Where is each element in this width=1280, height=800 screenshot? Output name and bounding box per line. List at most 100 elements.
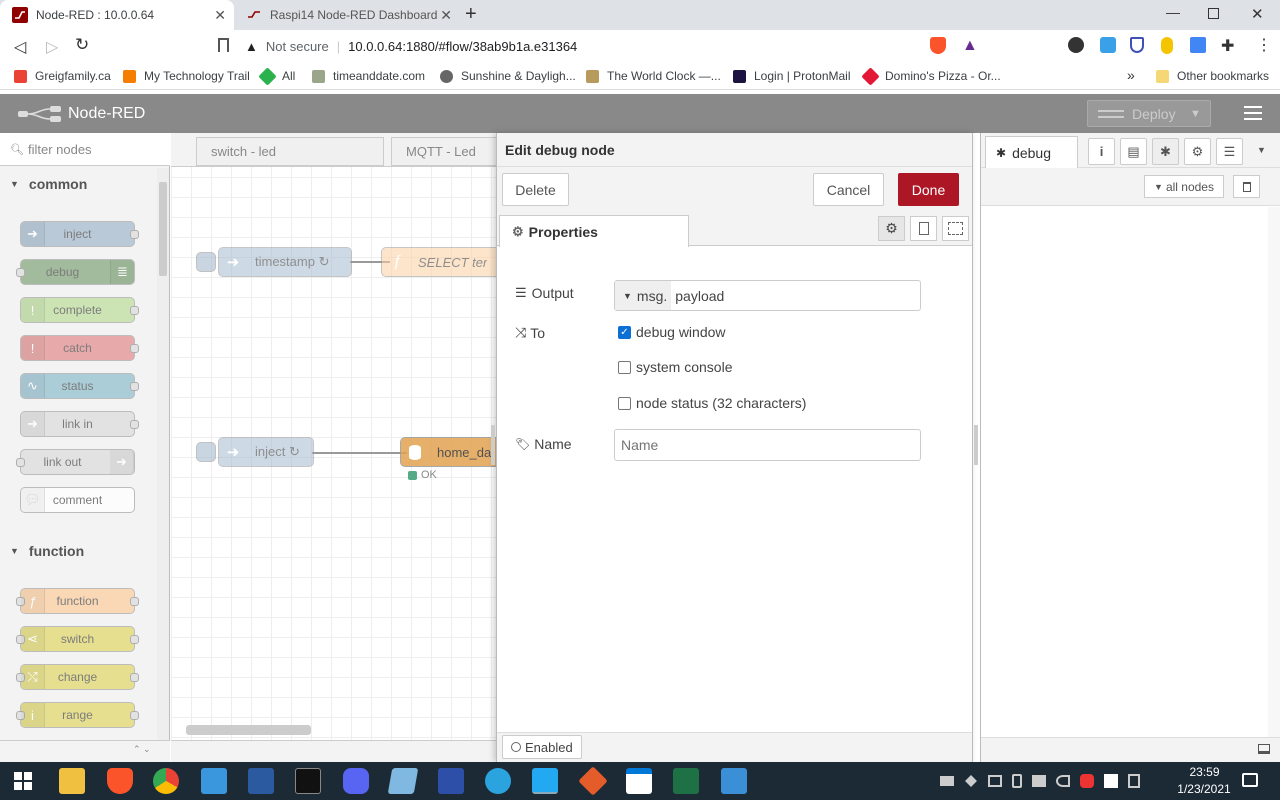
windows-start-icon[interactable] [14,772,32,790]
palette-node-link-in[interactable]: ➜ link in [20,411,139,437]
workspace-tab[interactable]: switch - led [196,137,384,166]
minimize-icon[interactable]: — [1166,4,1180,20]
option-node-status[interactable]: node status (32 characters) [618,395,806,411]
palette-node-status[interactable]: ∿ status [20,373,139,399]
output-typed-input[interactable]: ▼ msg. payload [614,280,921,311]
telegram-icon[interactable] [485,768,511,794]
other-bookmarks[interactable]: Other bookmarks [1156,69,1269,83]
brave-rewards-icon[interactable]: ▲ [962,37,978,55]
bug-icon[interactable]: ✱ [1152,138,1179,165]
bookmark-item[interactable]: Sunshine & Dayligh... [440,69,576,83]
palette-node-function[interactable]: ƒ function [16,588,139,614]
restore-icon[interactable] [1208,8,1219,19]
powershell-icon[interactable] [248,768,274,794]
vscode-icon[interactable] [532,768,558,794]
sidebar-menu-caret-icon[interactable]: ▼ [1257,145,1266,155]
forward-icon[interactable]: ▷ [46,37,58,57]
open-window-icon[interactable] [1258,744,1270,754]
extension-icon-3[interactable] [1130,37,1144,53]
back-icon[interactable]: ◁ [14,37,26,57]
inject-button[interactable] [196,252,216,272]
system-console-checkbox[interactable] [618,360,631,374]
gear-icon[interactable]: ⚙ [1184,138,1211,165]
node-status-checkbox[interactable] [618,396,631,410]
category-function[interactable]: ▼ function [10,543,84,559]
palette-node-complete[interactable]: ! complete [20,297,139,323]
palette-node-link-out[interactable]: link out ➜ [16,449,135,475]
new-tab-button[interactable]: + [465,3,477,26]
extension-icon-4[interactable] [1161,37,1173,54]
palette-node-switch[interactable]: ⋖ switch [16,626,139,652]
category-common[interactable]: ▼ common [10,176,87,192]
app-icon-13[interactable] [626,768,652,794]
bookmark-item[interactable]: Login | ProtonMail [733,69,851,83]
palette-node-comment[interactable]: 💬︎ comment [20,487,135,513]
brave-browser-icon[interactable] [107,768,133,794]
extension-icon-1[interactable] [1068,37,1084,53]
palette-node-change[interactable]: ⤭ change [16,664,139,690]
clock-time[interactable]: 23:59 [1182,765,1227,779]
tray-icons[interactable] [940,772,1170,790]
menu-kebab-icon[interactable]: ⋮ [1256,35,1272,55]
enabled-toggle[interactable]: Enabled [502,735,582,759]
brave-shield-icon[interactable] [930,37,946,54]
bookmark-icon[interactable] [218,38,229,52]
browser-tab-dashboard[interactable]: Raspi14 Node-RED Dashboard ✕ [234,0,460,30]
close-tab-icon[interactable]: ✕ [214,7,226,24]
extension-icon-2[interactable] [1100,37,1116,53]
app-icon-8[interactable] [387,768,419,794]
reload-icon[interactable]: ↻ [75,35,89,55]
close-window-icon[interactable]: ✕ [1251,5,1264,23]
bookmark-item[interactable]: All [258,66,295,86]
debug-window-checkbox[interactable]: ✓ [618,325,631,339]
bookmark-item[interactable]: Greigfamily.ca [14,69,111,83]
app-icon-4[interactable] [201,768,227,794]
type-selector[interactable]: ▼ msg. [615,281,672,310]
book-icon[interactable]: ▤ [1120,138,1147,165]
all-nodes-filter-button[interactable]: ▼ all nodes [1144,175,1224,198]
translate-icon[interactable] [1190,37,1206,53]
option-system-console[interactable]: system console [618,359,732,375]
notifications-icon[interactable] [1242,773,1258,787]
palette-filter[interactable]: 🔍︎ filter nodes [0,133,170,166]
omnibox[interactable]: ▲ Not secure | 10.0.0.64:1880/#flow/38ab… [245,34,990,58]
sidebar-scrollbar[interactable] [1268,207,1280,737]
workspace-hscroll-thumb[interactable] [186,725,311,735]
palette-node-range[interactable]: i range [16,702,139,728]
palette-node-debug[interactable]: debug ≣ [16,259,135,285]
flow-node-timestamp[interactable]: ➜ timestamp ↻ [218,247,352,277]
sidebar-tab-debug[interactable]: ✱ debug [985,136,1078,168]
extensions-puzzle-icon[interactable]: ✚ [1221,36,1234,56]
palette-scroll-thumb[interactable] [159,182,167,276]
done-button[interactable]: Done [898,173,959,206]
node-appearance-icon[interactable] [942,216,969,241]
bookmark-item[interactable]: Domino's Pizza - Or... [861,66,1001,86]
resize-handle[interactable] [491,425,495,465]
photos-icon[interactable] [721,768,747,794]
bookmark-item[interactable]: The World Clock —... [586,69,721,83]
palette-node-catch[interactable]: ! catch [20,335,139,361]
chrome-icon[interactable] [153,768,179,794]
inject-button[interactable] [196,442,216,462]
info-icon[interactable]: i [1088,138,1115,165]
app-icon-9[interactable] [438,768,464,794]
workspace-tab[interactable]: MQTT - Led [391,137,501,166]
flow-node-inject[interactable]: ➜ inject ↻ [218,437,314,467]
deploy-dropdown-icon[interactable]: ▼ [1190,108,1201,120]
file-explorer-icon[interactable] [59,768,85,794]
close-tab-icon[interactable]: ✕ [440,7,452,24]
main-menu-icon[interactable] [1244,106,1262,120]
option-debug-window[interactable]: ✓ debug window [618,324,726,340]
resize-handle[interactable] [974,425,978,465]
flow-node-database[interactable]: home_da [400,437,496,467]
bookmark-item[interactable]: My Technology Trail [123,69,250,83]
terminal-icon[interactable] [295,768,321,794]
tab-properties[interactable]: ⚙ Properties [499,215,689,247]
palette-node-inject[interactable]: ➜ inject [20,221,139,247]
cancel-button[interactable]: Cancel [813,173,884,206]
collapse-all-icon[interactable]: ⌃ ⌄ [133,744,151,755]
node-description-icon[interactable] [910,216,937,241]
name-input[interactable] [614,429,921,461]
excel-icon[interactable] [673,768,699,794]
node-settings-icon[interactable]: ⚙ [878,216,905,241]
